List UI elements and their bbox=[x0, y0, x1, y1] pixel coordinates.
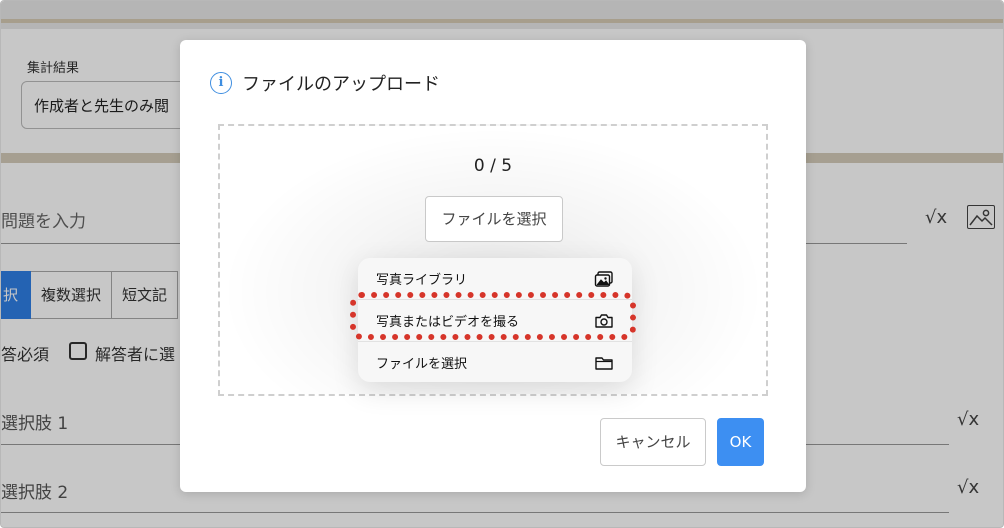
select-file-button[interactable]: ファイルを選択 bbox=[425, 196, 563, 242]
folder-icon bbox=[594, 355, 614, 371]
menu-item-label: 写真ライブラリ bbox=[376, 273, 468, 288]
photo-library-icon bbox=[594, 270, 614, 287]
dialog-header: i ファイルのアップロード bbox=[210, 70, 440, 96]
info-icon: i bbox=[210, 72, 232, 94]
menu-item-select-file[interactable]: ファイルを選択 bbox=[358, 342, 632, 383]
screenshot-frame: 集計結果 作成者と先生のみ閲 問題を入力 √x 択 複数選択 短文記 答必須 解… bbox=[0, 0, 1004, 528]
highlight-annotation bbox=[350, 292, 636, 340]
cancel-button[interactable]: キャンセル bbox=[600, 418, 706, 466]
backdrop-band bbox=[1, 19, 1003, 23]
dialog-title: ファイルのアップロード bbox=[242, 74, 440, 95]
file-count: 0 / 5 bbox=[473, 156, 513, 176]
ok-button[interactable]: OK bbox=[717, 418, 764, 466]
file-drop-zone[interactable]: 0 / 5 ファイルを選択 写真ライブラリ 写真またはビデオを撮る ファイルを選… bbox=[218, 124, 768, 396]
upload-dialog: i ファイルのアップロード 0 / 5 ファイルを選択 写真ライブラリ 写真また… bbox=[180, 40, 806, 492]
menu-item-label: ファイルを選択 bbox=[376, 357, 468, 372]
